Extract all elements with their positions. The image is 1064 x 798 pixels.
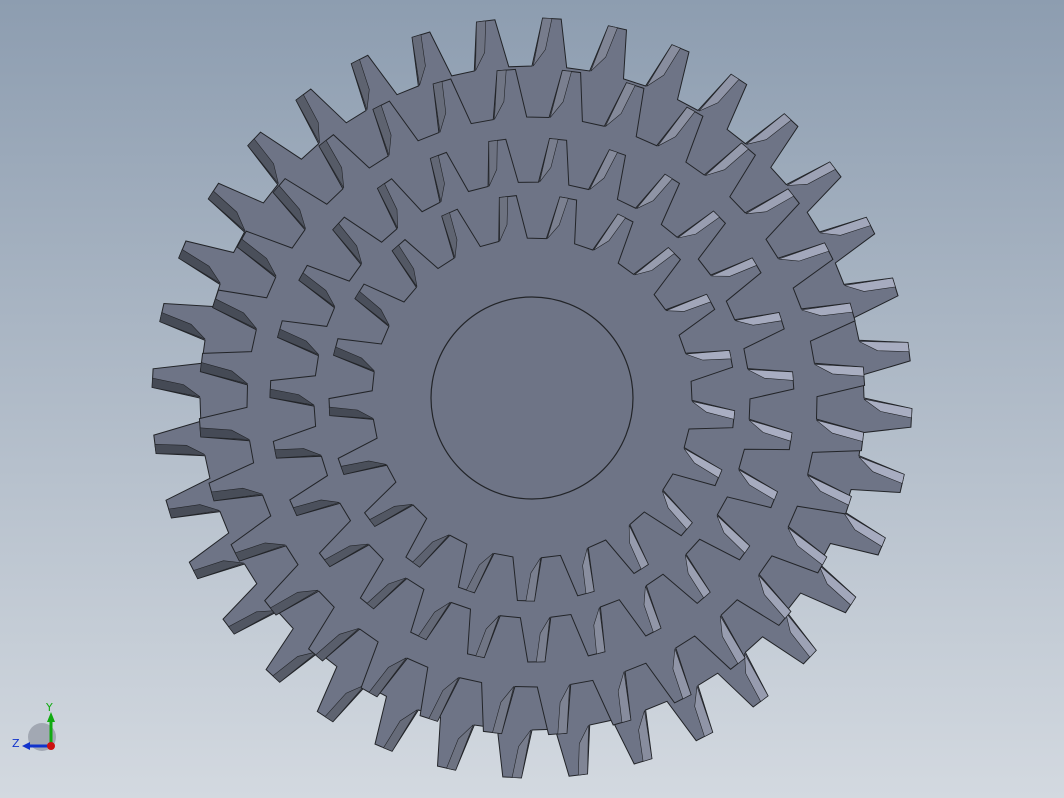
x-axis-point xyxy=(47,742,55,750)
y-axis-label: Y xyxy=(45,701,53,714)
center-hub xyxy=(430,296,634,500)
model-view[interactable]: Y Z xyxy=(0,0,1064,798)
z-axis-label: Z xyxy=(12,737,20,750)
graphics-viewport[interactable]: Y Z xyxy=(0,0,1064,798)
